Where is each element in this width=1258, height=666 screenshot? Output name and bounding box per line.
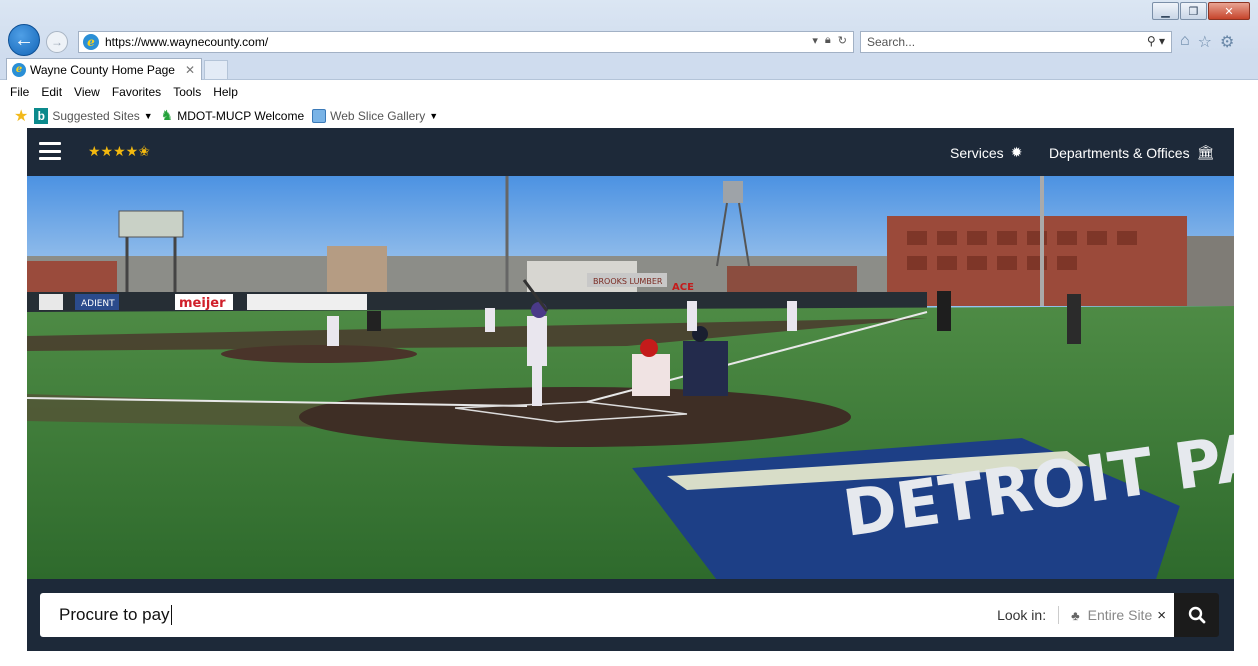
close-tab-icon[interactable]: ✕ [185,63,195,77]
look-in-label: Look in: [997,607,1047,623]
menu-tools[interactable]: Tools [173,85,201,99]
forward-button[interactable]: → [46,31,68,53]
web-slice-icon [312,108,327,123]
menu-edit[interactable]: Edit [41,85,62,99]
baseball-field-illustration: ADIENT meijer BROOKS LUMBER ACE DETROIT … [27,176,1234,579]
departments-link[interactable]: Departments & Offices 🏛︎ [1049,144,1214,161]
favorite-mdot[interactable]: ♞ MDOT-MUCP Welcome [161,107,304,124]
gear-icon[interactable]: ⚙ [1220,32,1234,52]
site-search-button[interactable] [1174,593,1219,637]
home-icon[interactable]: ⌂ [1180,32,1190,52]
mdot-icon: ♞ [160,107,174,123]
site-search-input[interactable]: Procure to pay Look in: ♣ Entire Site × [40,593,1174,637]
search-scope: Look in: ♣ Entire Site × [997,606,1166,624]
rating-stars[interactable]: ★★★★✬ [88,143,150,160]
favorite-suggested-sites[interactable]: b Suggested Sites ▼ [34,107,153,124]
favorite-label: Web Slice Gallery [330,108,426,123]
window-controls: ▁ ❐ ✕ [1151,2,1250,20]
favorite-web-slice[interactable]: Web Slice Gallery ▼ [312,108,439,123]
ie-page-icon: e [83,34,99,50]
tab-title: Wayne County Home Page [30,62,175,77]
browser-tools: ⌂ ☆ ⚙ [1180,32,1234,52]
menu-view[interactable]: View [74,85,100,99]
text-cursor [170,605,172,626]
favorite-label: MDOT-MUCP Welcome [177,108,305,123]
search-icon [1188,606,1205,624]
arrow-left-icon: ← [14,28,34,51]
arrow-right-icon: → [51,35,63,49]
browser-search-input[interactable]: Search... ⚲ ▾ [860,31,1172,53]
lock-icon[interactable]: 🔒︎ [825,34,831,47]
favorite-label: Suggested Sites [52,108,140,123]
favorites-bar: ★ b Suggested Sites ▼ ♞ MDOT-MUCP Welcom… [0,103,1258,128]
caret-down-icon: ▼ [143,110,153,121]
minimize-button[interactable]: ▁ [1152,2,1179,20]
menu-favorites[interactable]: Favorites [112,85,161,99]
menu-help[interactable]: Help [213,85,238,99]
divider [1058,606,1060,624]
address-url: https://www.waynecounty.com/ [105,35,269,49]
scope-value[interactable]: Entire Site [1088,607,1153,623]
building-sign: BROOKS LUMBER [593,277,663,286]
site-nav: ★★★★✬ Services ✹ Departments & Offices 🏛… [27,128,1234,176]
sponsor-adient: ADIENT [81,299,115,309]
search-query: Procure to pay [59,604,170,624]
new-tab-button[interactable] [204,60,228,80]
tab-bar: e Wayne County Home Page ✕ [0,56,1258,80]
bing-icon: b [34,107,49,124]
back-button[interactable]: ← [8,24,40,56]
browser-search-placeholder: Search... [867,35,916,49]
gear-icon: ✹ [1010,144,1023,160]
caret-down-icon: ▼ [429,110,439,121]
services-label: Services [950,144,1004,161]
departments-label: Departments & Offices [1049,144,1190,161]
menu-file[interactable]: File [10,85,29,99]
sitemap-icon: ♣ [1071,607,1080,623]
hero-image: ADIENT meijer BROOKS LUMBER ACE DETROIT … [27,176,1234,579]
address-bar-actions: ▾ 🔒︎ ↻ [812,34,847,47]
tab-wayne-county[interactable]: e Wayne County Home Page ✕ [6,58,202,80]
ace-sign: ACE [672,282,694,293]
services-link[interactable]: Services ✹ [950,144,1022,161]
restore-button[interactable]: ❐ [1180,2,1207,20]
title-bar: ▁ ❐ ✕ ← → e https://www.waynecounty.com/… [0,0,1258,56]
add-favorites-icon[interactable]: ★ [14,106,28,126]
government-building-icon: 🏛︎ [1196,144,1215,160]
menu-bar: File Edit View Favorites Tools Help [0,81,1258,103]
browser-chrome: ▁ ❐ ✕ ← → e https://www.waynecounty.com/… [0,0,1258,128]
favorites-star-icon[interactable]: ☆ [1198,32,1212,52]
search-icon[interactable]: ⚲ ▾ [1147,34,1165,48]
refresh-icon[interactable]: ↻ [838,34,847,47]
sponsor-meijer: meijer [179,296,226,311]
close-window-button[interactable]: ✕ [1208,2,1250,20]
clear-scope-icon[interactable]: × [1157,607,1166,624]
hamburger-menu-icon[interactable] [39,142,61,160]
address-bar[interactable]: e https://www.waynecounty.com/ ▾ 🔒︎ ↻ [78,31,854,53]
site-search-band: Procure to pay Look in: ♣ Entire Site × [27,579,1234,651]
web-page: ★★★★✬ Services ✹ Departments & Offices 🏛… [27,128,1234,666]
ie-tab-icon: e [12,62,26,77]
dropdown-icon[interactable]: ▾ [812,34,818,47]
